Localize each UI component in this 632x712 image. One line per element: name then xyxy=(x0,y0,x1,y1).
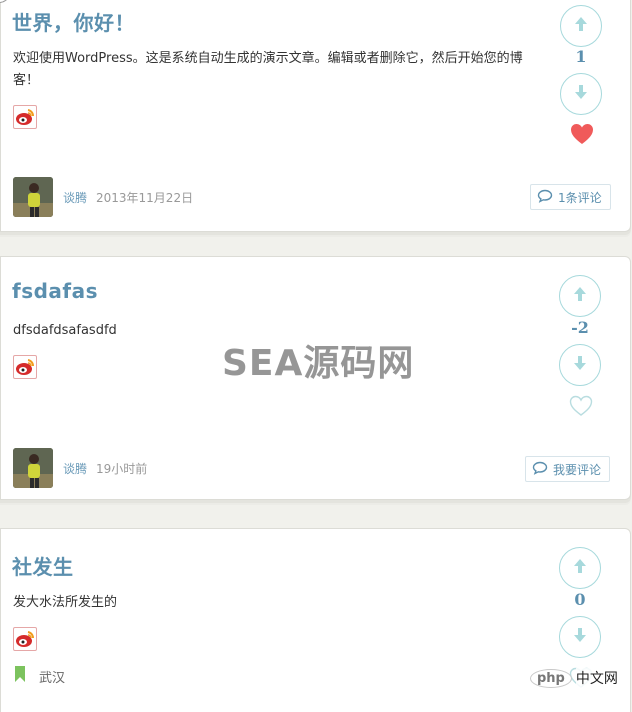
arrow-down-icon xyxy=(572,627,588,647)
upvote-button[interactable] xyxy=(559,275,601,317)
post-excerpt: 欢迎使用WordPress。这是系统自动生成的演示文章。编辑或者删除它，然后开始… xyxy=(13,51,523,88)
post-excerpt: 发大水法所发生的 xyxy=(13,595,118,610)
arrow-down-icon xyxy=(572,355,588,375)
post-card: 世界，你好！ 欢迎使用WordPress。这是系统自动生成的演示文章。编辑或者删… xyxy=(0,0,631,232)
vote-count: 1 xyxy=(575,47,587,66)
post-title[interactable]: 世界，你好！ xyxy=(12,7,135,36)
watermark-text: SEA源码网 xyxy=(222,343,415,384)
post-author[interactable]: 谈腾 xyxy=(63,460,87,477)
comment-label: 1条评论 xyxy=(558,190,602,205)
author-avatar[interactable] xyxy=(13,448,53,488)
post-title[interactable]: 社发生 xyxy=(12,551,74,580)
corner-decoration xyxy=(0,0,11,3)
comment-icon xyxy=(532,461,548,478)
upvote-button[interactable] xyxy=(559,547,601,589)
vote-count: 0 xyxy=(574,590,586,609)
location-label: 武汉 xyxy=(39,670,66,686)
comment-label: 我要评论 xyxy=(553,462,602,477)
weibo-share-icon[interactable] xyxy=(13,105,37,129)
comment-icon xyxy=(537,189,553,206)
post-title[interactable]: fsdafas xyxy=(12,279,98,303)
post-date: 19小时前 xyxy=(96,462,148,476)
arrow-down-icon xyxy=(573,84,589,104)
author-avatar[interactable] xyxy=(13,177,53,217)
vote-count: -2 xyxy=(571,318,589,337)
comment-button[interactable]: 我要评论 xyxy=(525,456,611,482)
arrow-up-icon xyxy=(572,558,588,578)
downvote-button[interactable] xyxy=(559,616,601,658)
heart-outline-icon[interactable] xyxy=(569,395,593,421)
arrow-up-icon xyxy=(573,16,589,36)
php-cn-badge: php 中文网 xyxy=(530,668,618,688)
post-author[interactable]: 谈腾 xyxy=(63,189,87,206)
weibo-share-icon[interactable] xyxy=(13,627,37,651)
bookmark-icon xyxy=(13,666,27,686)
downvote-button[interactable] xyxy=(560,73,602,115)
post-location: 武汉 xyxy=(13,666,65,686)
php-logo: php xyxy=(530,668,572,688)
arrow-up-icon xyxy=(572,286,588,306)
heart-filled-icon[interactable] xyxy=(570,123,594,149)
downvote-button[interactable] xyxy=(559,344,601,386)
comment-button[interactable]: 1条评论 xyxy=(530,184,611,210)
php-badge-text: 中文网 xyxy=(575,668,618,688)
post-date: 2013年11月22日 xyxy=(96,191,194,205)
weibo-share-icon[interactable] xyxy=(13,355,37,379)
upvote-button[interactable] xyxy=(560,5,602,47)
